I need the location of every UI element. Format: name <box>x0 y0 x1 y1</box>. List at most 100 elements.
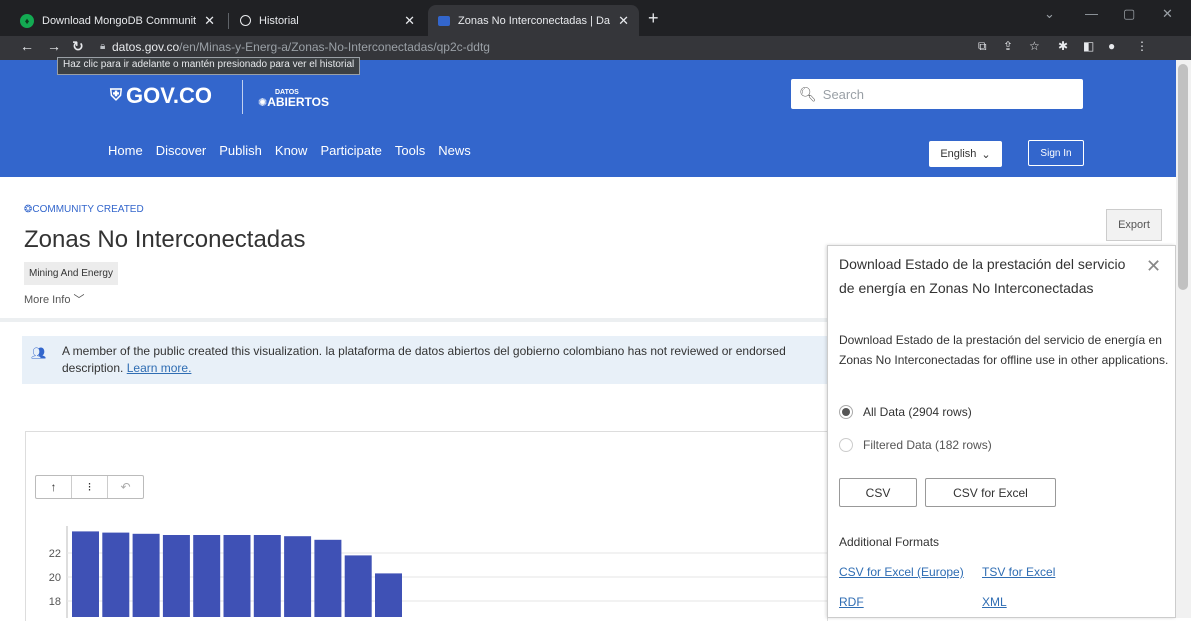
radio-filtered-data-label: Filtered Data (182 rows) <box>863 438 992 452</box>
more-info-toggle[interactable]: More Info ﹀ <box>24 291 85 307</box>
radio-unselected-icon <box>839 438 853 452</box>
chart-bar[interactable] <box>193 535 221 617</box>
csv-excel-europe-link[interactable]: CSV for Excel (Europe) <box>839 565 964 579</box>
y-tick-label: 22 <box>49 548 61 560</box>
back-arrow-icon[interactable]: ← <box>20 38 34 54</box>
notice-text-block: A member of the public created this visu… <box>62 343 828 377</box>
close-tab-icon[interactable]: ✕ <box>204 13 215 29</box>
browser-tab-history[interactable]: Historial ✕ <box>230 5 425 36</box>
radio-selected-icon <box>839 405 853 419</box>
reload-icon[interactable]: ↻ <box>72 38 84 55</box>
close-tab-icon[interactable]: ✕ <box>404 13 415 29</box>
csv-button[interactable]: CSV <box>839 478 917 507</box>
close-window-icon[interactable]: ✕ <box>1162 6 1173 22</box>
chart-undo-icon[interactable]: ↶ <box>107 476 143 498</box>
translate-icon[interactable]: ⧉ <box>978 39 987 54</box>
chart-bar[interactable] <box>375 573 402 617</box>
panel-title: Download Estado de la prestación del ser… <box>839 256 1126 296</box>
bookmark-star-icon[interactable]: ☆ <box>1029 39 1040 53</box>
browser-menu-icon[interactable]: ⋮ <box>1136 39 1148 53</box>
browser-tab-bar: ♦ Download MongoDB Communit ✕ Historial … <box>0 0 1191 36</box>
side-panel-icon[interactable]: ◧ <box>1083 39 1094 53</box>
profile-avatar-icon[interactable]: ● <box>1108 39 1115 53</box>
radio-filtered-data[interactable]: Filtered Data (182 rows) <box>839 438 992 452</box>
chart-bar[interactable] <box>344 555 372 617</box>
chart-bar[interactable] <box>72 531 99 617</box>
csv-for-excel-button[interactable]: CSV for Excel <box>925 478 1056 507</box>
notice-text-2: description. <box>62 361 124 375</box>
y-tick-label: 18 <box>49 596 61 608</box>
nav-home[interactable]: Home <box>108 143 143 158</box>
url-path: /en/Minas-y-Energ-a/Zonas-No-Interconect… <box>179 40 490 54</box>
community-notice: 👥︎ A member of the public created this v… <box>22 336 828 384</box>
minimize-icon[interactable]: — <box>1085 6 1098 21</box>
url-host: datos.gov.co <box>112 40 180 54</box>
govco-logo-text: GOV.CO <box>126 83 213 108</box>
radio-all-data[interactable]: All Data (2904 rows) <box>839 405 972 419</box>
logo-divider <box>242 80 243 114</box>
chart-bar[interactable] <box>253 535 281 617</box>
datos-abiertos-logo[interactable]: DATOS ✺ABIERTOS <box>258 88 330 109</box>
chart-bar[interactable] <box>162 535 190 617</box>
chart-filter-icon[interactable]: ⁝ <box>71 476 107 498</box>
community-created-badge: ❂COMMUNITY CREATED <box>24 204 144 215</box>
site-search-input[interactable]: 🔍︎ Search <box>791 79 1083 109</box>
chart-bar[interactable] <box>314 539 342 617</box>
chart-bar[interactable] <box>102 532 130 617</box>
chart-toolbar: ↑ ⁝ ↶ <box>35 475 144 499</box>
people-group-icon: 👥︎ <box>31 346 47 360</box>
community-label: COMMUNITY CREATED <box>32 204 144 215</box>
notice-text: A member of the public created this visu… <box>62 344 786 358</box>
datos-logo-big: ABIERTOS <box>267 95 330 109</box>
additional-formats-heading: Additional Formats <box>839 535 940 549</box>
export-button[interactable]: Export <box>1106 209 1162 241</box>
tab-title: Zonas No Interconectadas | Dato <box>458 14 611 27</box>
forward-arrow-icon[interactable]: → <box>47 38 61 54</box>
y-tick-label: 20 <box>49 572 61 584</box>
address-bar[interactable]: datos.gov.co/en/Minas-y-Energ-a/Zonas-No… <box>112 40 490 54</box>
language-selector[interactable]: English ⌄ <box>929 141 1002 167</box>
close-tab-icon[interactable]: ✕ <box>618 13 629 29</box>
colombia-shield-icon: ⛨ <box>110 87 123 104</box>
tab-title: Download MongoDB Communit <box>42 14 197 27</box>
close-icon[interactable]: ✕ <box>1146 256 1161 277</box>
nav-participate[interactable]: Participate <box>320 143 381 158</box>
rdf-link[interactable]: RDF <box>839 595 864 609</box>
learn-more-link[interactable]: Learn more. <box>127 361 192 375</box>
datos-favicon-icon <box>438 15 450 26</box>
category-tag[interactable]: Mining And Energy <box>24 262 118 285</box>
xml-link[interactable]: XML <box>982 595 1007 609</box>
chevron-down-icon: ⌄ <box>981 148 991 161</box>
extensions-puzzle-icon[interactable]: ✱ <box>1058 39 1068 53</box>
mongodb-leaf-icon: ♦ <box>20 13 34 28</box>
lock-icon: 🔒︎ <box>100 41 106 52</box>
chart-up-arrow-icon[interactable]: ↑ <box>36 476 71 498</box>
nav-tools[interactable]: Tools <box>395 143 425 158</box>
chart-bar[interactable] <box>132 533 160 617</box>
nav-news[interactable]: News <box>438 143 471 158</box>
search-placeholder: Search <box>822 86 864 102</box>
panel-description: Download Estado de la prestación del ser… <box>839 333 1169 367</box>
main-nav: Home Discover Publish Know Participate T… <box>108 143 471 158</box>
scrollbar-thumb[interactable] <box>1178 64 1188 290</box>
nav-discover[interactable]: Discover <box>156 143 207 158</box>
new-tab-plus-icon[interactable]: + <box>648 8 659 29</box>
page-title: Zonas No Interconectadas <box>24 226 306 253</box>
nav-publish[interactable]: Publish <box>219 143 262 158</box>
tsv-for-excel-link[interactable]: TSV for Excel <box>982 565 1055 579</box>
forward-tooltip: Haz clic para ir adelante o mantén presi… <box>57 57 361 75</box>
restore-icon[interactable]: ▢ <box>1123 6 1135 22</box>
chart-bar[interactable] <box>284 536 312 617</box>
tab-search-chevron-icon[interactable]: ⌄ <box>1044 6 1055 22</box>
browser-tab-mongodb[interactable]: ♦ Download MongoDB Communit ✕ <box>10 5 225 36</box>
language-label: English <box>940 148 977 160</box>
chevron-down-icon: ﹀ <box>73 294 85 306</box>
sign-in-button[interactable]: Sign In <box>1028 140 1084 166</box>
share-icon[interactable]: ⇪ <box>1003 39 1013 53</box>
govco-logo[interactable]: ⛨ GOV.CO <box>110 83 212 109</box>
chart-bar[interactable] <box>223 535 251 617</box>
tab-separator <box>228 13 229 29</box>
more-info-label: More Info <box>24 294 71 306</box>
browser-tab-datos[interactable]: Zonas No Interconectadas | Dato ✕ <box>428 5 639 36</box>
nav-know[interactable]: Know <box>275 143 308 158</box>
